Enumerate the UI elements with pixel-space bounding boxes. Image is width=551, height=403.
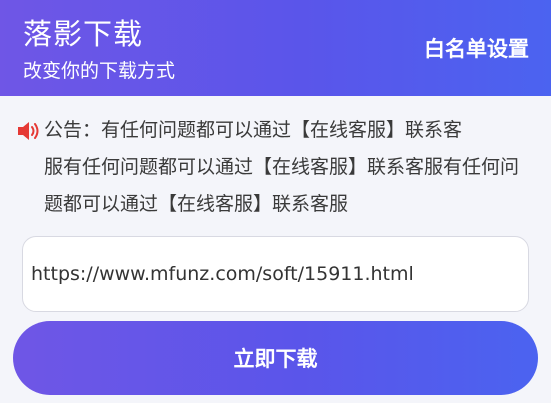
download-now-button[interactable]: 立即下载 bbox=[13, 321, 538, 395]
app-subtitle: 改变你的下载方式 bbox=[23, 60, 176, 82]
announcement-text-rest: 服有任何问题都可以通过【在线客服】联系客服有任何问题都可以通过【在线客服】联系客… bbox=[44, 156, 520, 215]
speaker-icon bbox=[18, 121, 39, 140]
announcement: 公告：有任何问题都可以通过【在线客服】联系客 服有任何问题都可以通过【在线客服】… bbox=[16, 112, 531, 223]
url-input[interactable] bbox=[22, 236, 529, 312]
whitelist-settings-button[interactable]: 白名单设置 bbox=[424, 34, 529, 64]
announcement-text-line1: 公告：有任何问题都可以通过【在线客服】联系客 bbox=[44, 119, 463, 141]
app-title: 落影下载 bbox=[23, 17, 144, 51]
app-header: 落影下载 改变你的下载方式 白名单设置 bbox=[0, 0, 551, 96]
announcement-first-line: 公告：有任何问题都可以通过【在线客服】联系客 bbox=[16, 112, 531, 149]
